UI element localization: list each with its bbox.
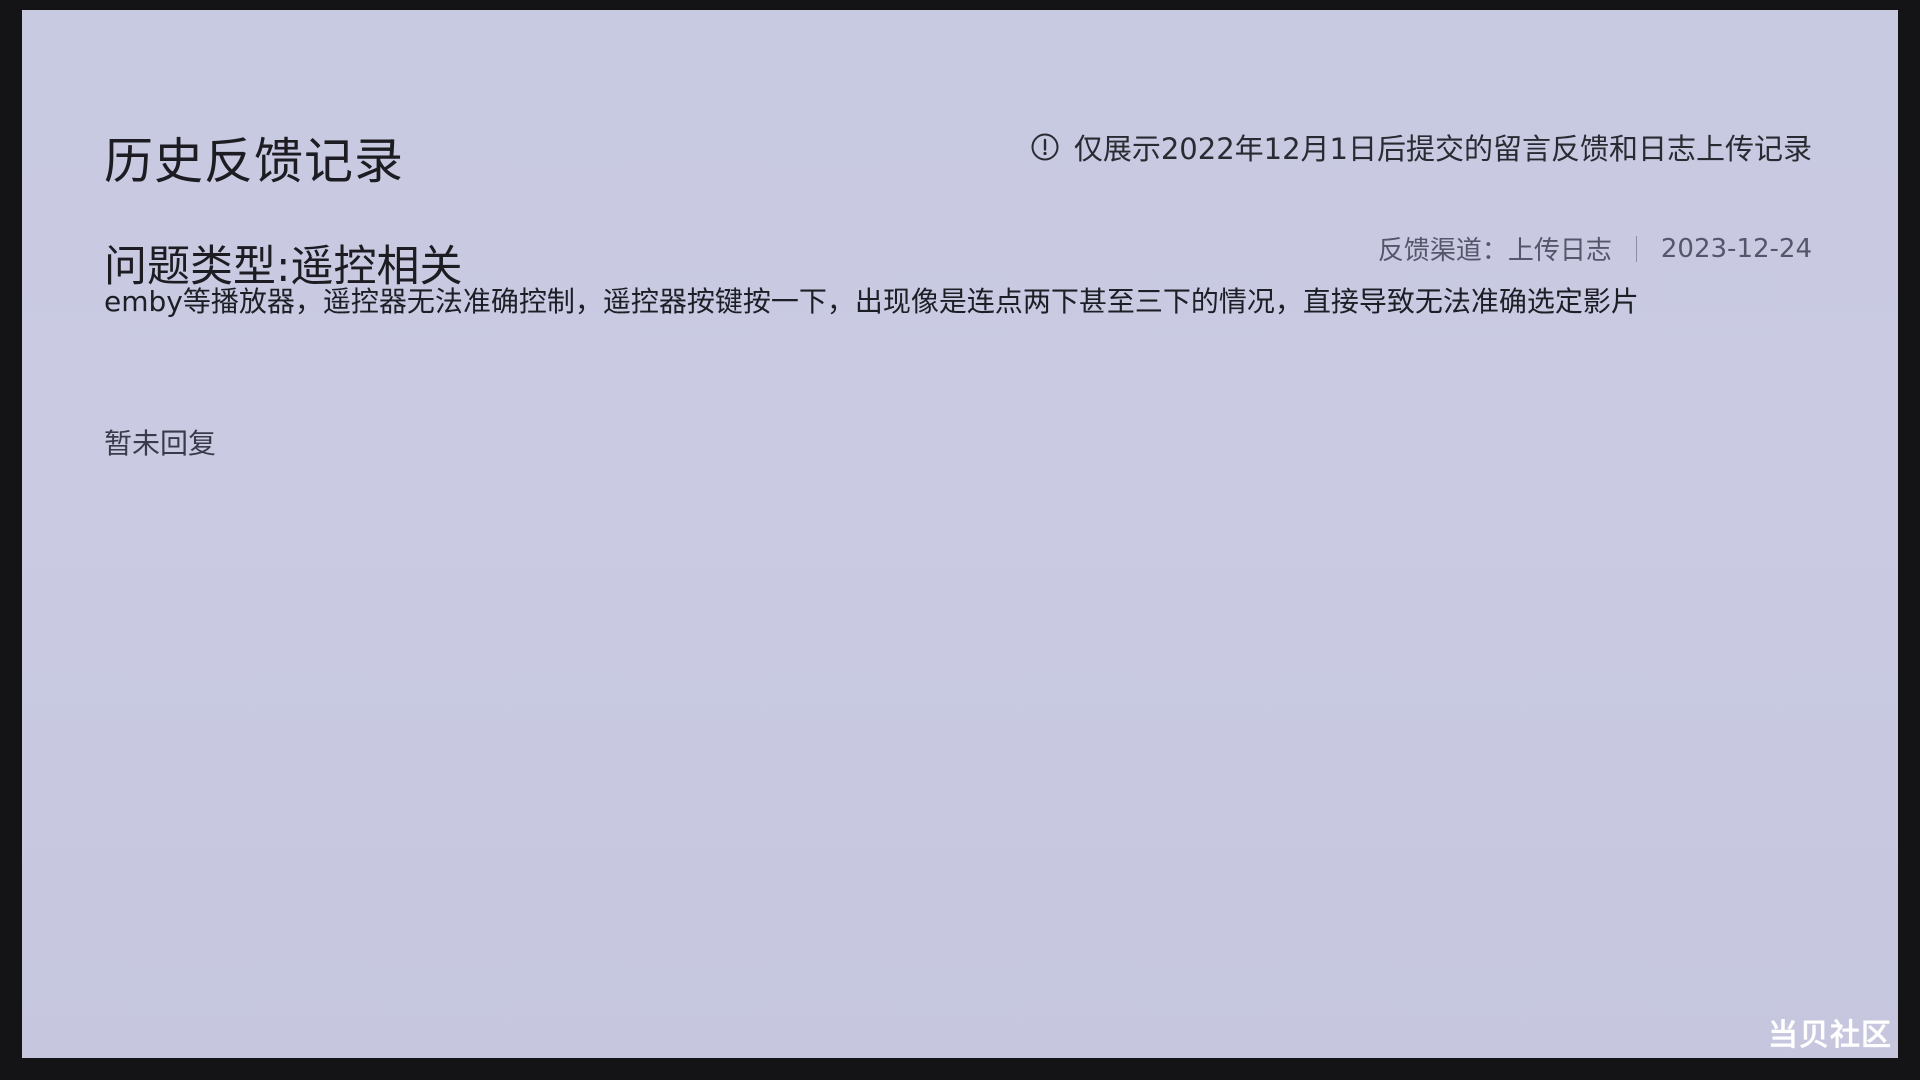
feedback-channel: 反馈渠道：上传日志 xyxy=(1377,236,1612,266)
feedback-meta: 反馈渠道：上传日志 2023-12-24 xyxy=(1378,230,1812,267)
notice: 仅展示2022年12月1日后提交的留言反馈和日志上传记录 xyxy=(1030,126,1812,168)
meta-divider xyxy=(1635,235,1637,262)
feedback-content: emby等播放器，遥控器无法准确控制，遥控器按键按一下，出现像是连点两下甚至三下… xyxy=(104,285,1639,318)
page-title: 历史反馈记录 xyxy=(104,133,405,190)
feedback-date: 2023-12-24 xyxy=(1660,233,1812,264)
reply-status: 暂未回复 xyxy=(104,427,217,460)
feedback-history-screen: 历史反馈记录 仅展示2022年12月1日后提交的留言反馈和日志上传记录 问题类型… xyxy=(22,10,1898,1058)
info-circle-icon xyxy=(1031,133,1059,161)
community-watermark: 当贝社区 xyxy=(1768,1018,1892,1053)
notice-text: 仅展示2022年12月1日后提交的留言反馈和日志上传记录 xyxy=(1073,132,1812,166)
